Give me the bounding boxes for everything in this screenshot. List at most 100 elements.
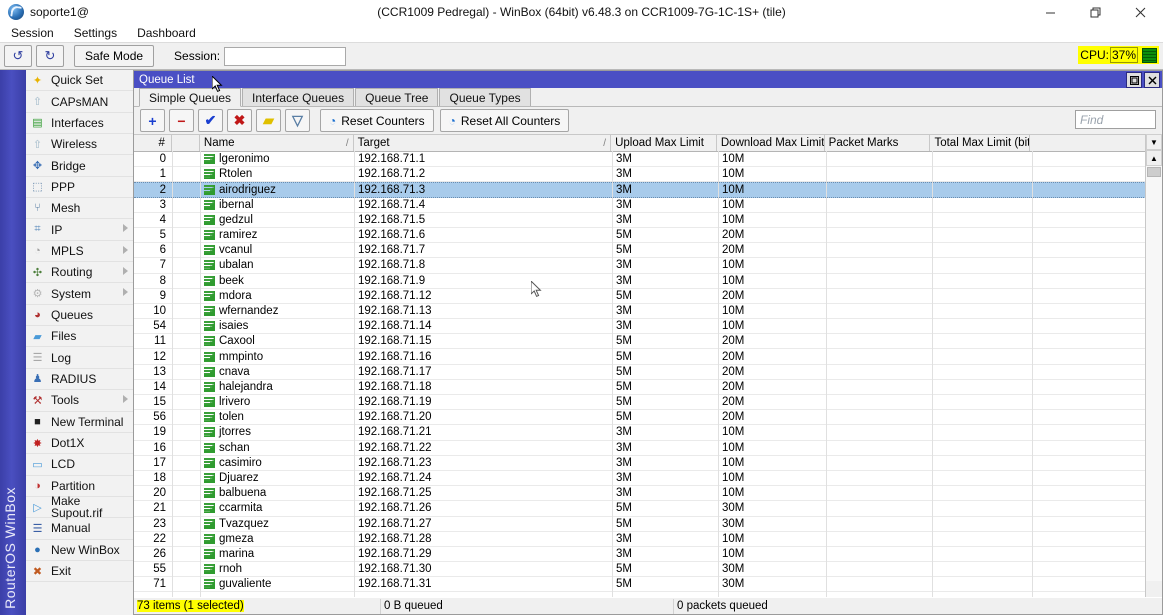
cell-download-max-limit: 10M bbox=[718, 183, 826, 196]
sidebar-item-log[interactable]: ☰Log bbox=[26, 347, 133, 368]
table-row[interactable]: 19jtorres192.168.71.213M10M bbox=[134, 425, 1162, 440]
close-icon[interactable] bbox=[1118, 0, 1163, 24]
enable-button[interactable]: ✔ bbox=[198, 109, 223, 132]
session-user-label: soporte1@ bbox=[30, 5, 89, 19]
redo-arrow-icon[interactable]: ↻ bbox=[36, 45, 64, 67]
scroll-up-arrow-icon[interactable]: ▲ bbox=[1146, 150, 1162, 166]
table-row[interactable]: 54isaies192.168.71.143M10M bbox=[134, 319, 1162, 334]
sidebar-item-radius[interactable]: ♟RADIUS bbox=[26, 369, 133, 390]
cell-packet-marks bbox=[826, 365, 932, 379]
table-row[interactable]: 4gedzul192.168.71.53M10M bbox=[134, 213, 1162, 228]
sidebar-item-make-supout-rif[interactable]: ▷Make Supout.rif bbox=[26, 497, 133, 518]
table-row[interactable]: 9mdora192.168.71.125M20M bbox=[134, 289, 1162, 304]
menu-session[interactable]: Session bbox=[8, 25, 57, 41]
session-label: Session: bbox=[174, 49, 220, 63]
close-icon[interactable] bbox=[1144, 72, 1160, 88]
scroll-thumb[interactable] bbox=[1147, 167, 1161, 177]
table-row[interactable]: 21ccarmita192.168.71.265M30M bbox=[134, 501, 1162, 516]
table-row[interactable]: 15lrivero192.168.71.195M20M bbox=[134, 395, 1162, 410]
column-header-blank-1[interactable] bbox=[172, 135, 200, 151]
table-row[interactable]: 17casimiro192.168.71.233M10M bbox=[134, 456, 1162, 471]
table-row[interactable]: 16schan192.168.71.223M10M bbox=[134, 441, 1162, 456]
table-row[interactable]: 23Tvazquez192.168.71.275M30M bbox=[134, 517, 1162, 532]
remove-button[interactable]: − bbox=[169, 109, 194, 132]
column-header-name[interactable]: Name/ bbox=[200, 135, 354, 151]
table-row[interactable]: 7ubalan192.168.71.83M10M bbox=[134, 258, 1162, 273]
sidebar-item-files[interactable]: ▰Files bbox=[26, 326, 133, 347]
table-row[interactable]: 12mmpinto192.168.71.165M20M bbox=[134, 349, 1162, 364]
column-header-upload-max-limit[interactable]: Upload Max Limit bbox=[611, 135, 717, 151]
cell-total-max-limit bbox=[932, 349, 1032, 363]
session-input[interactable] bbox=[224, 47, 346, 66]
tab-queue-tree[interactable]: Queue Tree bbox=[355, 88, 438, 106]
sidebar-item-manual[interactable]: ☰Manual bbox=[26, 518, 133, 539]
filter-button[interactable]: ▽ bbox=[285, 109, 310, 132]
scroll-dropdown-icon[interactable]: ▼ bbox=[1146, 134, 1162, 150]
menu-dashboard[interactable]: Dashboard bbox=[134, 25, 199, 41]
table-row[interactable]: 56tolen192.168.71.205M20M bbox=[134, 410, 1162, 425]
sidebar-item-dot1x[interactable]: ✸Dot1X bbox=[26, 433, 133, 454]
sidebar-item-tools[interactable]: ⚒Tools bbox=[26, 390, 133, 411]
column-header-packet-marks[interactable]: Packet Marks bbox=[825, 135, 931, 151]
sidebar-item-lcd[interactable]: ▭LCD bbox=[26, 454, 133, 475]
table-row[interactable]: 1Rtolen192.168.71.23M10M bbox=[134, 167, 1162, 182]
table-row[interactable]: 8beek192.168.71.93M10M bbox=[134, 274, 1162, 289]
disable-button[interactable]: ✖ bbox=[227, 109, 252, 132]
sidebar-item-ip[interactable]: ⌗IP bbox=[26, 219, 133, 240]
sidebar-item-ppp[interactable]: ⬚PPP bbox=[26, 177, 133, 198]
sidebar-item-interfaces[interactable]: ▤Interfaces bbox=[26, 113, 133, 134]
cell-upload-max-limit-text: 5M bbox=[616, 335, 632, 347]
table-row[interactable]: 55rnoh192.168.71.305M30M bbox=[134, 562, 1162, 577]
column-header-[interactable]: # bbox=[134, 135, 172, 151]
table-row[interactable]: 5ramirez192.168.71.65M20M bbox=[134, 228, 1162, 243]
restore-icon[interactable] bbox=[1126, 72, 1142, 88]
column-header-target[interactable]: Target/ bbox=[354, 135, 611, 151]
column-separator bbox=[612, 151, 613, 597]
reset-all-counters-button[interactable]: ◔Reset All Counters bbox=[440, 109, 570, 132]
table-row[interactable]: 20balbuena192.168.71.253M10M bbox=[134, 486, 1162, 501]
table-row[interactable]: 10wfernandez192.168.71.133M10M bbox=[134, 304, 1162, 319]
table-row[interactable]: 22gmeza192.168.71.283M10M bbox=[134, 532, 1162, 547]
table-row[interactable]: 11Caxool192.168.71.155M20M bbox=[134, 334, 1162, 349]
column-header-blank-8[interactable] bbox=[1030, 135, 1146, 151]
column-header-total-max-limit-bit[interactable]: Total Max Limit (bit.. bbox=[930, 135, 1030, 151]
sidebar-item-queues[interactable]: ◕Queues bbox=[26, 305, 133, 326]
sidebar-item-system[interactable]: ⚙System bbox=[26, 283, 133, 304]
table-row[interactable]: 3ibernal192.168.71.43M10M bbox=[134, 198, 1162, 213]
undo-arrow-icon[interactable]: ↺ bbox=[4, 45, 32, 67]
table-row[interactable]: 6vcanul192.168.71.75M20M bbox=[134, 243, 1162, 258]
add-button[interactable]: + bbox=[140, 109, 165, 132]
tab-simple-queues[interactable]: Simple Queues bbox=[139, 88, 241, 107]
comment-button[interactable]: ▰ bbox=[256, 109, 281, 132]
menu-settings[interactable]: Settings bbox=[71, 25, 120, 41]
minimize-icon[interactable] bbox=[1028, 0, 1073, 24]
sidebar-item-capsman[interactable]: ⇧CAPsMAN bbox=[26, 91, 133, 112]
safe-mode-button[interactable]: Safe Mode bbox=[74, 45, 154, 67]
vertical-scrollbar[interactable]: ▼ ▲ bbox=[1145, 134, 1162, 597]
sidebar-item-exit[interactable]: ✖Exit bbox=[26, 561, 133, 582]
sidebar-item-routing[interactable]: ✣Routing bbox=[26, 262, 133, 283]
find-input[interactable]: Find bbox=[1075, 110, 1156, 129]
restore-icon[interactable] bbox=[1073, 0, 1118, 24]
sidebar-item-new-terminal[interactable]: ■New Terminal bbox=[26, 412, 133, 433]
table-row[interactable]: 26marina192.168.71.293M10M bbox=[134, 547, 1162, 562]
table-row[interactable]: 18Djuarez192.168.71.243M10M bbox=[134, 471, 1162, 486]
cell-index-text: 17 bbox=[153, 457, 166, 469]
sidebar-item-mesh[interactable]: ⑂Mesh bbox=[26, 198, 133, 219]
tab-queue-types[interactable]: Queue Types bbox=[439, 88, 530, 106]
column-header-download-max-limit[interactable]: Download Max Limit bbox=[717, 135, 825, 151]
table-row[interactable]: 13cnava192.168.71.175M20M bbox=[134, 365, 1162, 380]
scroll-track[interactable] bbox=[1146, 166, 1162, 581]
table-row[interactable]: 2airodriguez192.168.71.33M10M bbox=[134, 182, 1162, 197]
table-row[interactable]: 71guvaliente192.168.71.315M30M bbox=[134, 577, 1162, 592]
sidebar-item-new-winbox[interactable]: ●New WinBox bbox=[26, 540, 133, 561]
sidebar-item-wireless[interactable]: ⇧Wireless bbox=[26, 134, 133, 155]
table-row[interactable]: 14halejandra192.168.71.185M20M bbox=[134, 380, 1162, 395]
table-row[interactable]: 0lgeronimo192.168.71.13M10M bbox=[134, 152, 1162, 167]
sidebar-item-quick-set[interactable]: ✦Quick Set bbox=[26, 70, 133, 91]
tab-interface-queues[interactable]: Interface Queues bbox=[242, 88, 354, 106]
sidebar-item-bridge[interactable]: ✥Bridge bbox=[26, 155, 133, 176]
find-placeholder: Find bbox=[1080, 113, 1103, 127]
sidebar-item-mpls[interactable]: ◔MPLS bbox=[26, 241, 133, 262]
reset-counters-button[interactable]: ◔Reset Counters bbox=[320, 109, 434, 132]
